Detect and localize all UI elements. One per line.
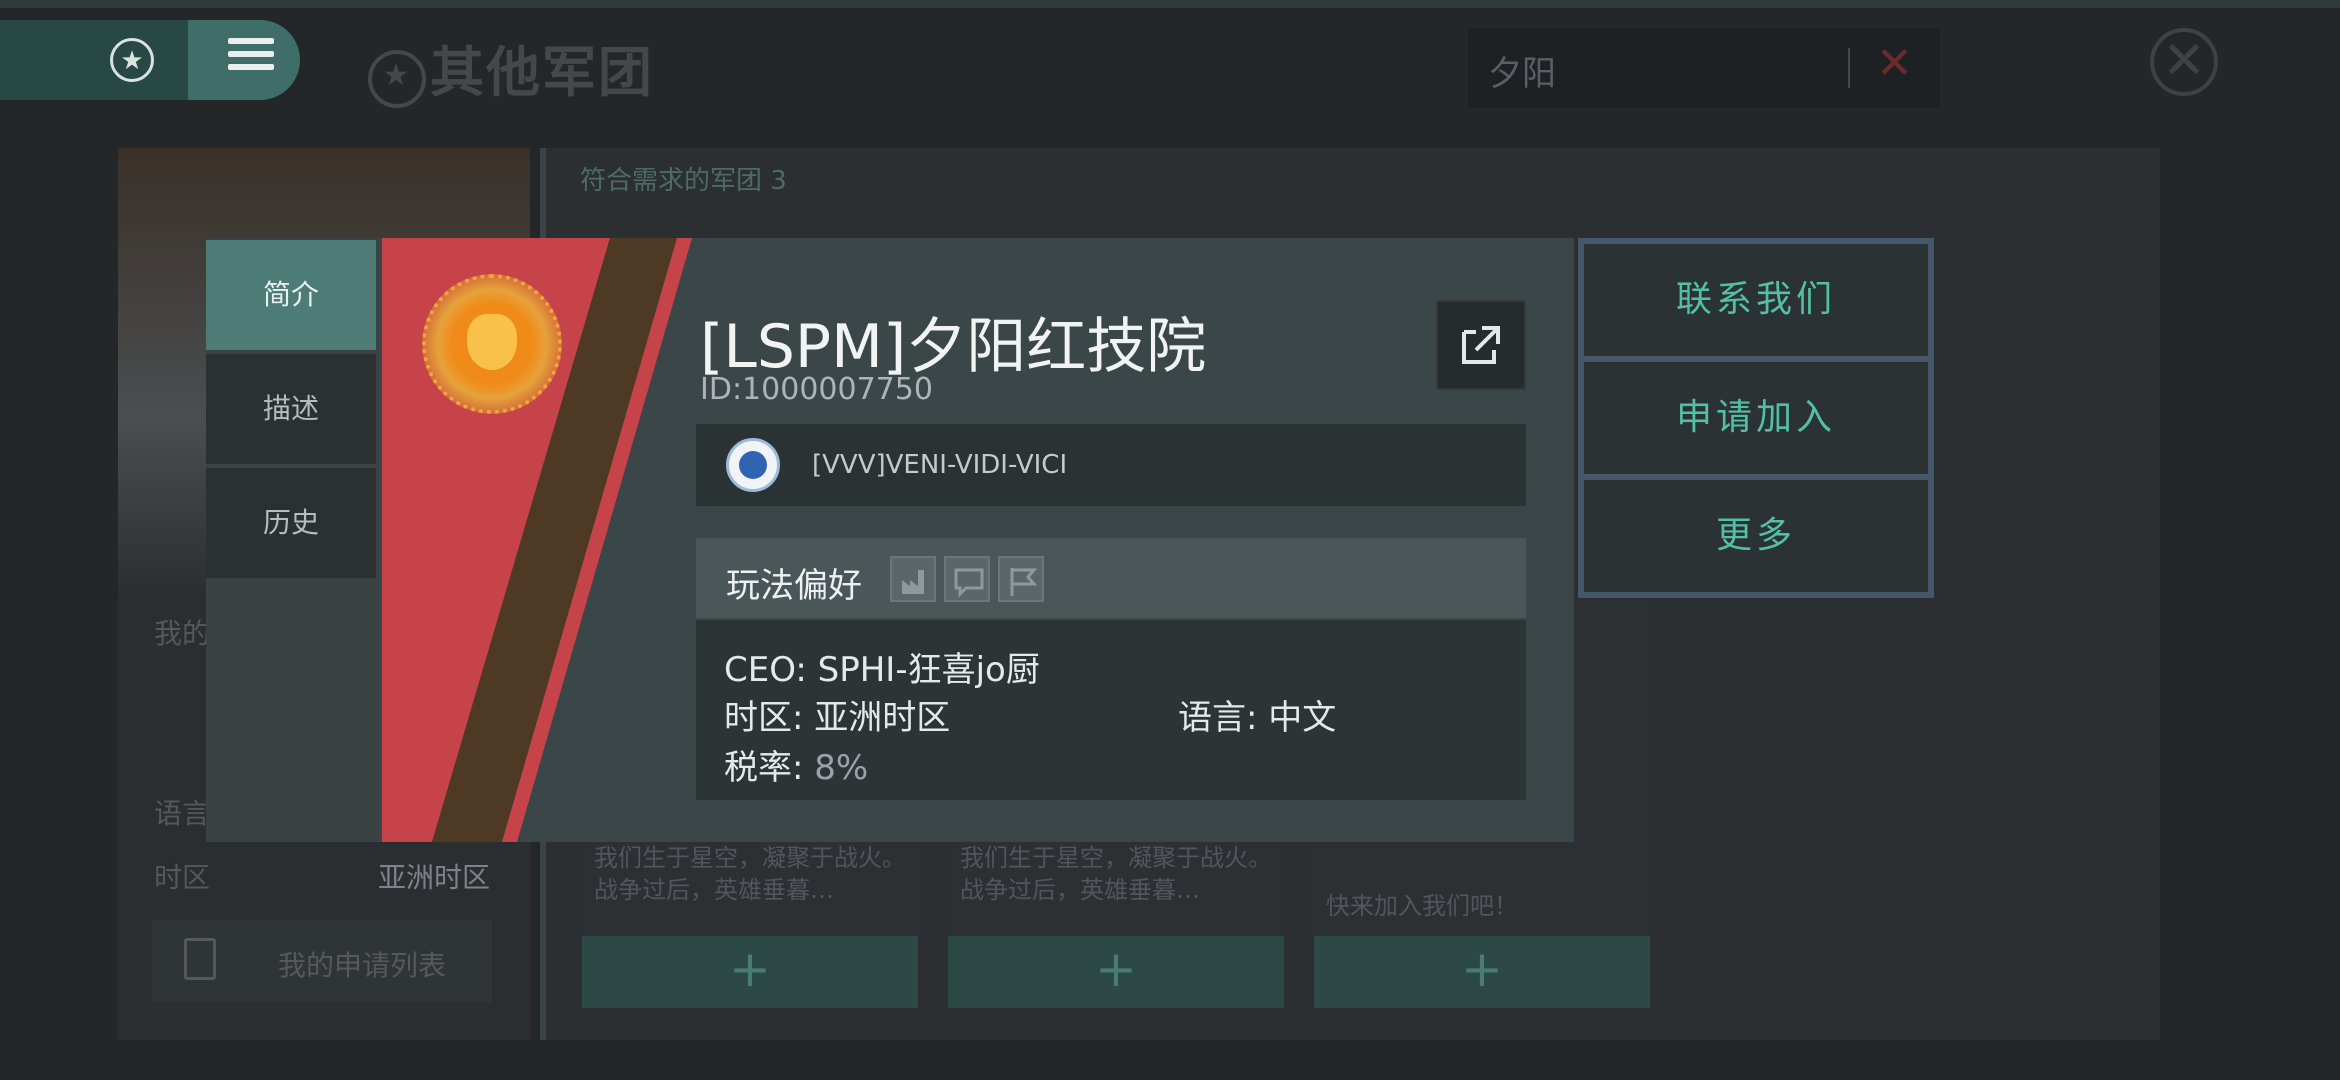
timezone-label: 时区 (154, 861, 211, 894)
result-count: 符合需求的军团 3 (580, 166, 787, 196)
play-preference-label: 玩法偏好 (726, 566, 862, 606)
close-icon[interactable]: ✕ (2150, 28, 2218, 96)
top-edge (0, 0, 2340, 8)
plus-icon[interactable]: + (1314, 936, 1650, 1008)
flag-icon[interactable] (998, 556, 1044, 602)
tab-intro[interactable]: 简介 (206, 240, 376, 350)
menu-icon[interactable] (228, 38, 274, 82)
play-preference-bar: 玩法偏好 (696, 538, 1526, 618)
alliance-row[interactable]: [VVV]VENI-VIDI-VICI (696, 424, 1526, 506)
tab-description[interactable]: 描述 (206, 354, 376, 464)
alliance-name: [VVV]VENI-VIDI-VICI (812, 450, 1068, 480)
more-button[interactable]: 更多 (1584, 480, 1928, 592)
card-description: 我们生于星空，凝聚于战火。战争过后，英雄垂暮… (594, 844, 906, 904)
clear-search-icon[interactable]: ✕ (1876, 38, 1913, 89)
search-field[interactable]: 夕阳 ✕ (1468, 28, 1940, 108)
corp-card[interactable]: 我们生于星空，凝聚于战火。战争过后，英雄垂暮… + (948, 842, 1284, 1008)
star-circle-icon: ★ (368, 50, 426, 108)
chat-icon[interactable] (944, 556, 990, 602)
plus-icon[interactable]: + (582, 936, 918, 1008)
page-title: ★ 其他军团 (368, 28, 654, 108)
timezone-text: 时区: 亚洲时区 (724, 698, 951, 738)
tax-row: 税率: 8% (724, 740, 868, 789)
corp-info: CEO: SPHI-狂喜jo厨 时区: 亚洲时区 语言: 中文 税率: 8% (696, 620, 1526, 800)
language-text: 语言: 中文 (1178, 698, 1337, 738)
apply-join-button[interactable]: 申请加入 (1584, 362, 1928, 474)
alliance-logo-icon (726, 438, 780, 492)
factory-icon[interactable] (890, 556, 936, 602)
view-toggle[interactable]: ★ (0, 20, 300, 100)
tab-history[interactable]: 历史 (206, 468, 376, 578)
tax-label: 税率: (724, 748, 804, 788)
detail-tabs: 简介 描述 历史 (206, 238, 380, 842)
corp-emblem-icon (422, 274, 562, 414)
action-menu: 联系我们 申请加入 更多 (1578, 238, 1934, 598)
timezone-value: 亚洲时区 (378, 861, 491, 894)
share-link-icon[interactable] (1436, 300, 1526, 390)
plus-icon[interactable]: + (948, 936, 1284, 1008)
card-description: 我们生于星空，凝聚于战火。战争过后，英雄垂暮… (960, 844, 1272, 904)
language-label: 语言 (154, 797, 211, 830)
my-application-list-button[interactable]: 我的申请列表 (152, 920, 492, 1002)
tax-value: 8% (814, 748, 869, 788)
ceo-text: CEO: SPHI-狂喜jo厨 (724, 650, 1040, 690)
my-application-list-label: 我的申请列表 (278, 949, 447, 982)
search-value: 夕阳 (1488, 54, 1556, 94)
card-description: 快来加入我们吧！ (1326, 892, 1518, 920)
corp-banner (382, 238, 692, 842)
document-icon (184, 938, 216, 980)
page-title-text: 其他军团 (430, 41, 654, 104)
corp-id: ID:1000007750 (700, 372, 933, 407)
toggle-left-segment[interactable] (0, 20, 188, 100)
search-divider (1848, 48, 1850, 88)
contact-us-button[interactable]: 联系我们 (1584, 244, 1928, 356)
corp-card[interactable]: 我们生于星空，凝聚于战火。战争过后，英雄垂暮… + (582, 842, 918, 1008)
my-label: 我的 (154, 617, 211, 650)
star-badge-icon: ★ (110, 38, 154, 82)
